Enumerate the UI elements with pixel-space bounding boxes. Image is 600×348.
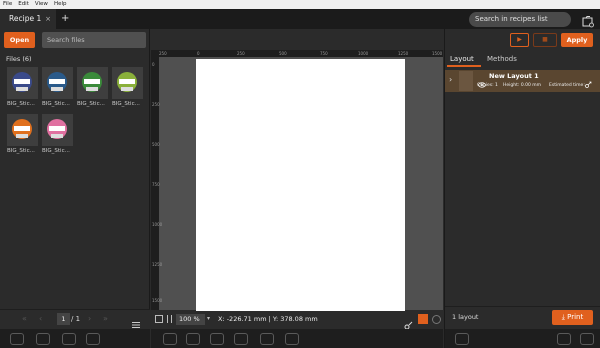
- file-tile[interactable]: BIG_Stic...: [77, 67, 108, 111]
- file-tile[interactable]: BIG_Stic...: [7, 114, 38, 158]
- file-name: BIG_Stic...: [77, 101, 105, 107]
- ruler-label: 500: [279, 51, 287, 56]
- page-number-input[interactable]: 1: [57, 313, 70, 325]
- page-total: / 1: [71, 315, 81, 323]
- file-tile[interactable]: BIG_Stic...: [42, 67, 73, 111]
- ruler-label: 750: [320, 51, 328, 56]
- ruler-label: 1500: [432, 51, 443, 56]
- ruler-label: 0: [152, 62, 155, 67]
- file-name: BIG_Stic...: [112, 101, 140, 107]
- apply-button[interactable]: Apply: [561, 33, 593, 47]
- eye-icon[interactable]: [478, 73, 486, 88]
- file-tile[interactable]: BIG_Stic...: [112, 67, 143, 111]
- menu-help[interactable]: Help: [54, 1, 67, 7]
- add-file-icon[interactable]: [10, 333, 24, 345]
- ruler-label: 250: [159, 51, 167, 56]
- ruler-label: 0: [197, 51, 200, 56]
- center-toolbar: [151, 29, 443, 50]
- collapse-up-icon[interactable]: [580, 333, 594, 345]
- menu-view[interactable]: View: [35, 1, 48, 7]
- file-thumbnail: [7, 114, 38, 146]
- last-page-icon[interactable]: »: [103, 313, 108, 325]
- print-button[interactable]: ⤓ Print: [552, 310, 593, 325]
- file-thumbnail: [42, 67, 73, 99]
- file-name: BIG_Stic...: [42, 148, 70, 154]
- snap-icon[interactable]: [404, 315, 413, 330]
- layout-name: New Layout 1: [489, 72, 539, 80]
- menu-edit[interactable]: Edit: [18, 1, 29, 7]
- settings-icon[interactable]: [86, 333, 100, 345]
- file-tile[interactable]: BIG_Stic...: [42, 114, 73, 158]
- window-icon[interactable]: [557, 333, 571, 345]
- next-page-icon[interactable]: ›: [88, 313, 91, 325]
- file-name: BIG_Stic...: [7, 148, 35, 154]
- search-files-input[interactable]: Search files: [42, 32, 146, 48]
- tab-recipe-1[interactable]: Recipe 1 ×: [0, 9, 56, 29]
- file-thumbnail: [112, 67, 143, 99]
- distribute-icon[interactable]: [260, 333, 274, 345]
- link-icon[interactable]: [585, 73, 592, 88]
- print-canvas[interactable]: [196, 59, 405, 311]
- align-icon[interactable]: [210, 333, 224, 345]
- vertical-ruler: 0 250 500 750 1000 1250 1500: [151, 50, 163, 310]
- cursor-coordinates: X: -226.71 mm | Y: 378.08 mm: [218, 315, 318, 323]
- layout-thumbnail: [459, 71, 473, 91]
- add-tab-button[interactable]: +: [61, 9, 69, 29]
- tab-title: Recipe 1: [9, 14, 42, 23]
- file-thumbnail: [42, 114, 73, 146]
- print-label: Print: [567, 313, 584, 321]
- ruler-label: 1250: [152, 262, 163, 267]
- save-icon[interactable]: [163, 333, 177, 345]
- layout-height: Height: 0.00 mm: [503, 83, 542, 88]
- ruler-label: 1000: [358, 51, 369, 56]
- stop-button[interactable]: ■: [533, 33, 557, 47]
- menu-file[interactable]: File: [3, 1, 12, 7]
- files-title: Files (6): [6, 55, 32, 63]
- layout-copies: Copies: 1: [477, 83, 498, 88]
- ruler-label: 250: [237, 51, 245, 56]
- image-view-icon[interactable]: [418, 314, 428, 324]
- export-icon[interactable]: [455, 333, 469, 345]
- pause-view-icon[interactable]: [167, 315, 172, 323]
- file-name: BIG_Stic...: [42, 101, 70, 107]
- file-thumbnail: [77, 67, 108, 99]
- image-icon[interactable]: [36, 333, 50, 345]
- prev-page-icon[interactable]: ‹: [39, 313, 42, 325]
- ruler-label: 1000: [152, 222, 163, 227]
- menu-bar: File Edit View Help: [0, 0, 600, 9]
- close-icon[interactable]: ×: [45, 9, 51, 29]
- tab-methods[interactable]: Methods: [487, 52, 517, 67]
- ruler-label: 750: [152, 182, 160, 187]
- horizontal-ruler: 250 0 250 500 750 1000 1250 1500: [151, 50, 443, 57]
- play-button[interactable]: ▶: [510, 33, 529, 47]
- layout-count: 1 layout: [452, 313, 479, 321]
- folder-icon[interactable]: [582, 13, 594, 28]
- eye-toggle-icon[interactable]: [432, 315, 441, 324]
- file-name: BIG_Stic...: [7, 101, 35, 107]
- zoom-level-input[interactable]: 100 %: [176, 314, 205, 325]
- list-view-icon[interactable]: [132, 314, 140, 328]
- first-page-icon[interactable]: «: [22, 313, 27, 325]
- ruler-label: 250: [152, 102, 160, 107]
- fit-screen-icon[interactable]: [155, 315, 163, 323]
- flip-icon[interactable]: [234, 333, 248, 345]
- ruler-label: 1500: [152, 298, 163, 303]
- recipe-search-input[interactable]: Search in recipes list: [469, 12, 571, 27]
- tab-layout[interactable]: Layout: [447, 52, 481, 67]
- file-thumbnail: [7, 67, 38, 99]
- zoom-dropdown-icon[interactable]: ▾: [207, 315, 210, 322]
- frame-icon[interactable]: [186, 333, 200, 345]
- chevron-right-icon[interactable]: ›: [449, 75, 452, 84]
- ruler-label: 1250: [398, 51, 409, 56]
- layout-estimated-time: Estimated time: -: [549, 83, 588, 88]
- plus-circle-icon[interactable]: [62, 333, 76, 345]
- scissors-icon[interactable]: [285, 333, 299, 345]
- open-button[interactable]: Open: [4, 32, 35, 48]
- ruler-label: 500: [152, 142, 160, 147]
- file-tile[interactable]: BIG_Stic...: [7, 67, 38, 111]
